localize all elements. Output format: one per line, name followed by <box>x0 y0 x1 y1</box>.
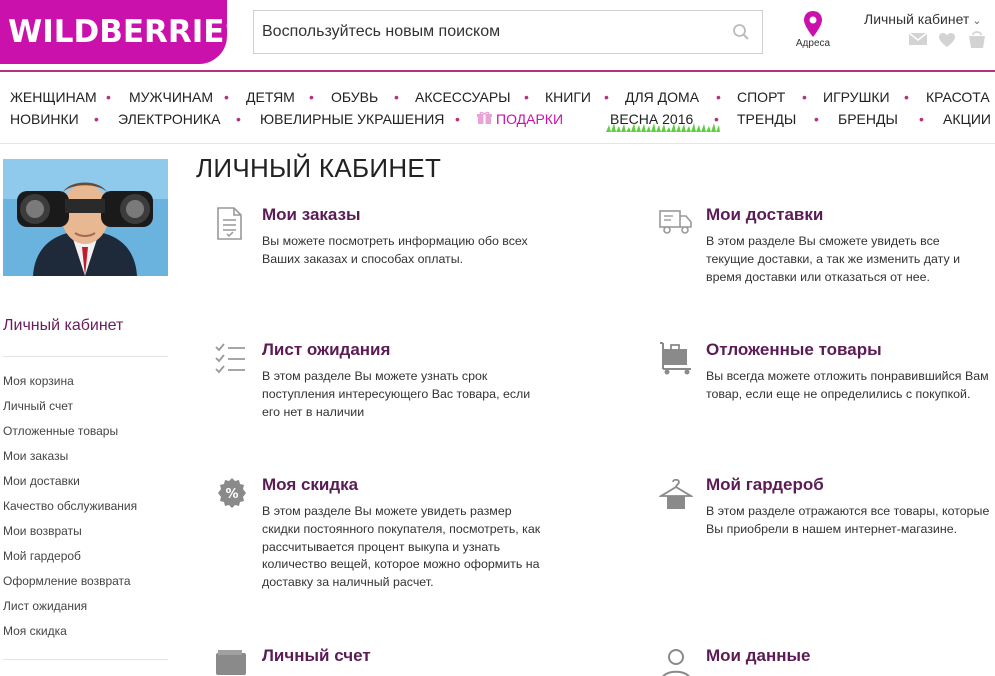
nav-separator: • <box>394 89 399 105</box>
sidebar-item-deliveries[interactable]: Мои доставки <box>3 472 137 497</box>
sidebar-item-return-request[interactable]: Оформление возврата <box>3 572 137 597</box>
header-icons <box>908 29 988 54</box>
card-title[interactable]: Моя скидка <box>262 475 358 495</box>
truck-icon <box>659 210 692 234</box>
account-menu[interactable]: Личный кабинет ⌄ <box>864 11 982 27</box>
nav-separator: • <box>904 89 909 105</box>
card-description: Вы всегда можете отложить понравившийся … <box>706 369 989 401</box>
wallet-icon <box>216 650 246 675</box>
card-description: Вы можете посмотреть информацию обо всех… <box>262 234 528 266</box>
wildberries-logo[interactable]: WILDBERRIES <box>0 0 227 64</box>
nav-item-home[interactable]: ДЛЯ ДОМА <box>625 89 699 105</box>
percent-icon: % <box>218 478 246 508</box>
logo-text: WILDBERRIES <box>8 14 227 50</box>
card-title[interactable]: Отложенные товары <box>706 340 882 360</box>
card-title[interactable]: Мои доставки <box>706 205 823 225</box>
card-description: В этом разделе отражаются все товары, ко… <box>706 504 990 536</box>
card-description: В этом разделе Вы сможете увидеть все те… <box>706 234 961 284</box>
page-title: ЛИЧНЫЙ КАБИНЕТ <box>196 153 442 183</box>
sidebar-item-account-balance[interactable]: Личный счет <box>3 397 137 422</box>
nav-separator: • <box>919 111 924 127</box>
nav-item-men[interactable]: МУЖЧИНАМ <box>129 89 213 105</box>
checklist-icon <box>215 343 245 374</box>
nav-separator: • <box>455 111 460 127</box>
mail-icon[interactable] <box>908 32 928 51</box>
search-icon[interactable] <box>732 23 750 41</box>
nav-separator: • <box>524 89 529 105</box>
nav-separator: • <box>604 89 609 105</box>
sidebar-item-returns[interactable]: Мои возвраты <box>3 522 137 547</box>
basket-icon[interactable] <box>966 29 988 54</box>
card-description: В этом разделе Вы можете узнать срок пос… <box>262 369 531 419</box>
sidebar-item-saved-items[interactable]: Отложенные товары <box>3 422 137 447</box>
sidebar-menu: Моя корзина Личный счет Отложенные товар… <box>3 372 137 647</box>
nav-separator: • <box>802 89 807 105</box>
nav-item-women[interactable]: ЖЕНЩИНАМ <box>10 89 97 105</box>
heart-icon[interactable] <box>938 32 956 53</box>
account-label: Личный кабинет <box>864 11 970 27</box>
nav-separator: • <box>224 89 229 105</box>
nav-item-books[interactable]: КНИГИ <box>545 89 591 105</box>
card-title[interactable]: Мой гардероб <box>706 475 824 495</box>
binoculars-banner-image <box>3 159 168 276</box>
nav-item-electronics[interactable]: ЭЛЕКТРОНИКА <box>118 111 220 127</box>
sidebar-title[interactable]: Личный кабинет <box>3 317 123 335</box>
nav-separator: • <box>106 89 111 105</box>
nav-item-gifts-label: ПОДАРКИ <box>496 111 564 127</box>
map-pin-icon <box>804 11 822 37</box>
nav-separator: • <box>236 111 241 127</box>
nav-item-sales[interactable]: АКЦИИ <box>943 111 991 127</box>
category-nav: ЖЕНЩИНАМ • МУЖЧИНАМ • ДЕТЯМ • ОБУВЬ • АК… <box>0 84 995 144</box>
chevron-down-icon: ⌄ <box>972 15 982 27</box>
address-label: Адреса <box>795 38 831 49</box>
card-description: В этом разделе Вы можете увидеть размер … <box>262 504 541 590</box>
nav-item-trends[interactable]: ТРЕНДЫ <box>737 111 796 127</box>
sidebar-item-wardrobe[interactable]: Мой гардероб <box>3 547 137 572</box>
search-box <box>253 10 763 54</box>
nav-separator: • <box>309 89 314 105</box>
nav-item-beauty[interactable]: КРАСОТА <box>926 89 990 105</box>
document-icon <box>217 207 242 240</box>
header: WILDBERRIES Адреса Личный кабинет⌄ <box>0 0 995 72</box>
gift-icon <box>477 111 492 124</box>
hanger-icon <box>659 478 693 509</box>
cart-icon <box>660 342 691 375</box>
card-title[interactable]: Мои заказы <box>262 205 361 225</box>
card-title[interactable]: Лист ожидания <box>262 340 390 360</box>
nav-separator: • <box>814 111 819 127</box>
card-title[interactable]: Мои данные <box>706 646 810 666</box>
nav-item-toys[interactable]: ИГРУШКИ <box>823 89 890 105</box>
sidebar-item-service-quality[interactable]: Качество обслуживания <box>3 497 137 522</box>
nav-separator: • <box>94 111 99 127</box>
sidebar-item-orders[interactable]: Мои заказы <box>3 447 137 472</box>
nav-item-kids[interactable]: ДЕТЯМ <box>246 89 295 105</box>
nav-item-accessories[interactable]: АКСЕССУАРЫ <box>415 89 511 105</box>
nav-item-gifts[interactable]: ПОДАРКИ <box>477 111 563 127</box>
grass-decoration <box>606 123 720 132</box>
nav-item-shoes[interactable]: ОБУВЬ <box>331 89 378 105</box>
svg-text:%: % <box>225 487 238 502</box>
search-input[interactable] <box>254 11 724 53</box>
address-link[interactable]: Адреса <box>790 10 836 49</box>
nav-item-jewelry[interactable]: ЮВЕЛИРНЫЕ УКРАШЕНИЯ <box>260 111 444 127</box>
sidebar-item-waitlist[interactable]: Лист ожидания <box>3 597 137 622</box>
nav-item-brands[interactable]: БРЕНДЫ <box>838 111 898 127</box>
nav-separator: • <box>716 89 721 105</box>
sidebar-item-discount[interactable]: Моя скидка <box>3 622 137 647</box>
nav-item-sport[interactable]: СПОРТ <box>737 89 785 105</box>
card-title[interactable]: Личный счет <box>262 646 371 666</box>
nav-item-new[interactable]: НОВИНКИ <box>10 111 79 127</box>
sidebar-divider <box>3 659 168 660</box>
sidebar-item-cart[interactable]: Моя корзина <box>3 372 137 397</box>
sidebar-divider <box>3 356 168 357</box>
user-icon <box>662 649 690 676</box>
